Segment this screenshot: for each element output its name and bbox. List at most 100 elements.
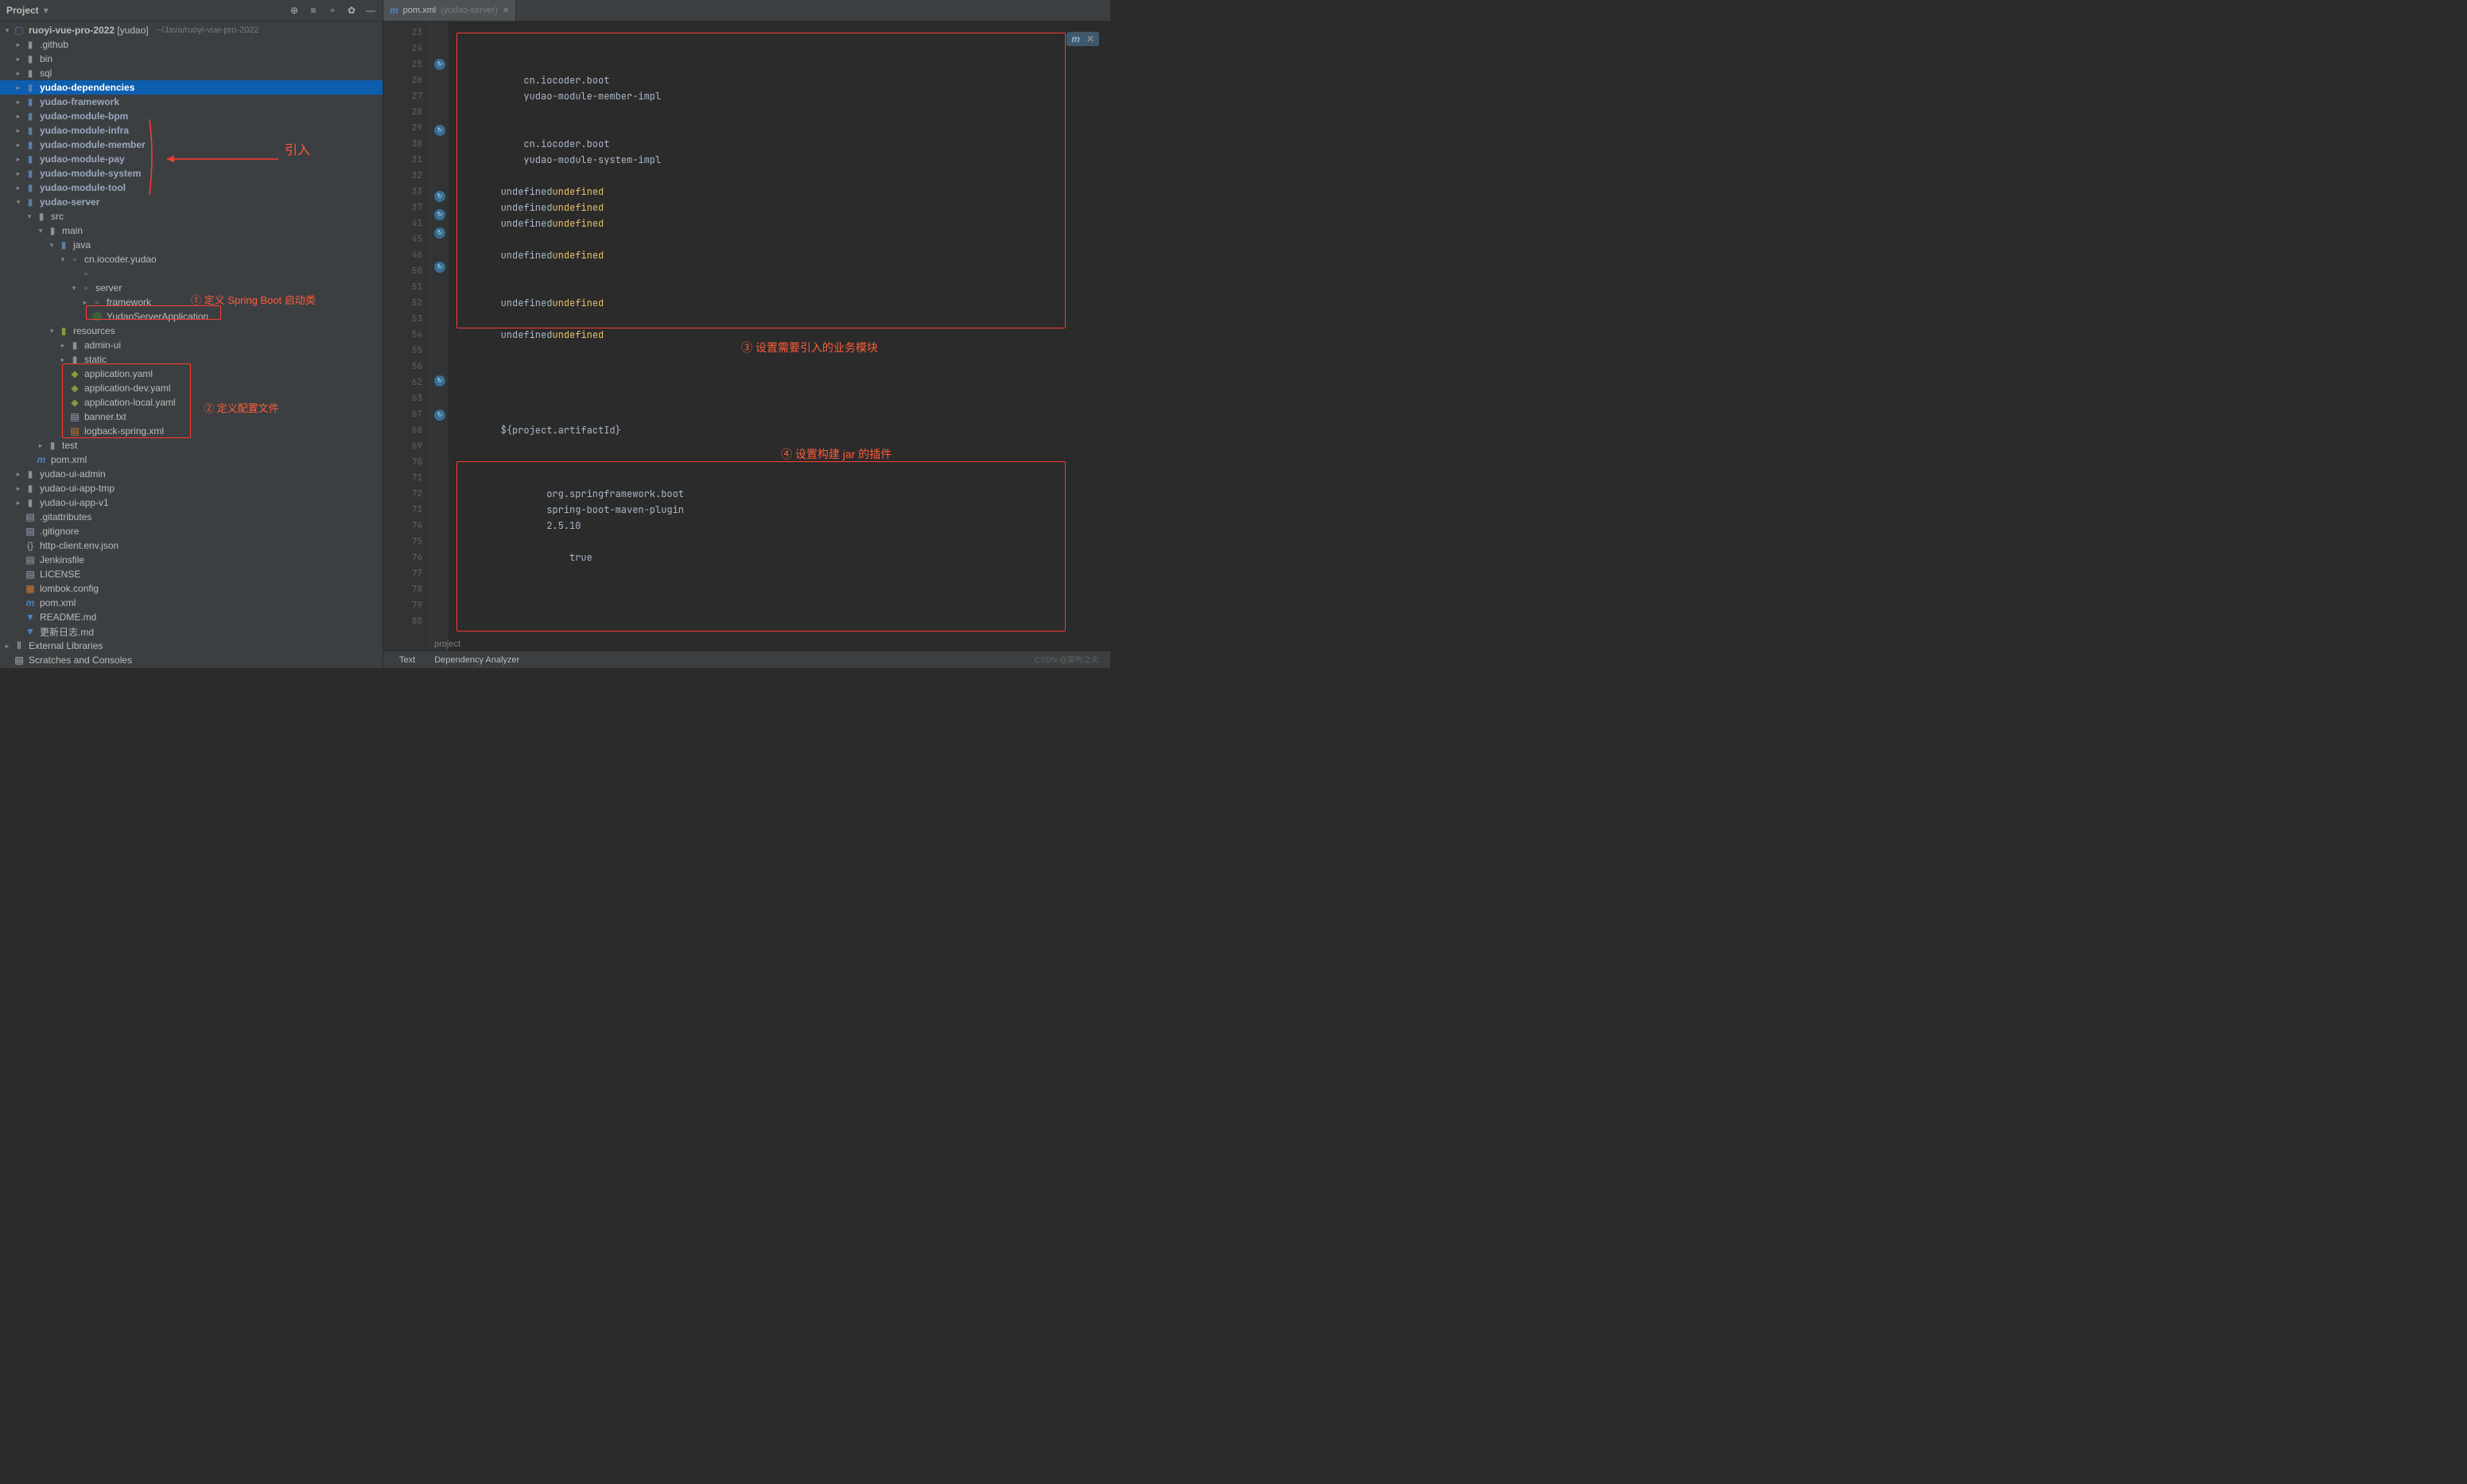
tree-item-server[interactable]: ▫server (0, 281, 383, 295)
chevron-icon[interactable] (14, 55, 22, 64)
chevron-icon[interactable] (59, 255, 67, 264)
tree-item-.gitattributes[interactable]: ▤.gitattributes (0, 510, 383, 524)
tree-item-.gitignore[interactable]: ▤.gitignore (0, 524, 383, 538)
tree-item-更新日志.md[interactable]: ▼更新日志.md (0, 624, 383, 639)
tree-item-resources[interactable]: ▮resources (0, 324, 383, 338)
settings-icon[interactable]: ✿ (346, 5, 357, 16)
tree-item-YudaoServerApplication[interactable]: YudaoServerApplication (0, 309, 383, 324)
tree-item-main[interactable]: ▮main (0, 223, 383, 238)
tree-item-yudao-module-tool[interactable]: ▮yudao-module-tool (0, 181, 383, 195)
chevron-icon[interactable] (14, 499, 22, 507)
tree-item-application-local.yaml[interactable]: ◆application-local.yaml (0, 395, 383, 410)
chevron-icon[interactable] (81, 298, 89, 307)
chevron-icon[interactable] (14, 470, 22, 479)
tree-item-cn.iocoder.yudao[interactable]: ▫cn.iocoder.yudao (0, 252, 383, 266)
gutter-mark-icon[interactable]: ↻ (434, 125, 445, 136)
sidebar-header: Project ▾ ⊕ ≡ ÷ ✿ — (0, 0, 383, 21)
chevron-icon[interactable] (70, 284, 78, 293)
gutter-mark-icon[interactable]: ↻ (434, 410, 445, 421)
chevron-icon[interactable] (48, 241, 56, 250)
target-icon[interactable]: ⊕ (289, 5, 300, 16)
tree-item-.github[interactable]: ▮.github (0, 37, 383, 52)
maven-reload-icon: m (1071, 33, 1080, 45)
gutter-mark-icon[interactable]: ↻ (434, 59, 445, 70)
tree-item-README.md[interactable]: ▼README.md (0, 610, 383, 624)
editor-tab-pom[interactable]: m pom.xml (yudao-server) ✕ (383, 0, 516, 21)
tree-item-admin-ui[interactable]: ▮admin-ui (0, 338, 383, 352)
tree-item-pom.xml[interactable]: mpom.xml (0, 596, 383, 610)
chevron-icon[interactable] (25, 212, 33, 221)
tree-item-yudao-module-member[interactable]: ▮yudao-module-member (0, 138, 383, 152)
chevron-icon[interactable] (37, 441, 45, 450)
chevron-icon[interactable] (14, 141, 22, 150)
project-path: ~/Java/ruoyi-vue-pro-2022 (157, 25, 259, 35)
chevron-icon[interactable] (48, 327, 56, 336)
project-root[interactable]: ▢ ruoyi-vue-pro-2022 [yudao] ~/Java/ruoy… (0, 23, 383, 37)
code-view[interactable]: cn.iocoder.boot yudao-module-member-impl… (449, 21, 1110, 651)
tree-item-yudao-server[interactable]: ▮yudao-server (0, 195, 383, 209)
project-title[interactable]: Project (6, 5, 39, 16)
chevron-icon[interactable] (14, 41, 22, 49)
gutter-mark-icon[interactable]: ↻ (434, 191, 445, 202)
chevron-icon[interactable] (14, 198, 22, 207)
tree-item-static[interactable]: ▮static (0, 352, 383, 367)
tree-item-java[interactable]: ▮java (0, 238, 383, 252)
tab-dep-analyzer[interactable]: Dependency Analyzer (434, 655, 519, 665)
tree-item-pom.xml[interactable]: mpom.xml (0, 453, 383, 467)
divide-icon[interactable]: ÷ (327, 5, 338, 16)
chevron-icon[interactable] (14, 184, 22, 192)
chevron-icon[interactable] (14, 69, 22, 78)
tab-text[interactable]: Text (399, 655, 415, 665)
tree-item-empty[interactable]: ▫ (0, 266, 383, 281)
gutter-mark-icon[interactable]: ↻ (434, 262, 445, 273)
tree-item-yudao-module-pay[interactable]: ▮yudao-module-pay (0, 152, 383, 166)
scratches[interactable]: ▤ Scratches and Consoles (0, 653, 383, 667)
tree-item-Jenkinsfile[interactable]: ▤Jenkinsfile (0, 553, 383, 567)
tree-item-lombok.config[interactable]: ▦lombok.config (0, 581, 383, 596)
gutter-mark-icon[interactable]: ↻ (434, 227, 445, 239)
tree-item-yudao-module-system[interactable]: ▮yudao-module-system (0, 166, 383, 181)
chevron-icon[interactable] (37, 227, 45, 235)
tree-item-bin[interactable]: ▮bin (0, 52, 383, 66)
tree-item-application.yaml[interactable]: ◆application.yaml (0, 367, 383, 381)
tree-item-LICENSE[interactable]: ▤LICENSE (0, 567, 383, 581)
project-tree[interactable]: ▢ ruoyi-vue-pro-2022 [yudao] ~/Java/ruoy… (0, 21, 383, 668)
gutter-mark-icon[interactable]: ↻ (434, 375, 445, 387)
tree-item-yudao-ui-admin[interactable]: ▮yudao-ui-admin (0, 467, 383, 481)
minimize-icon[interactable]: — (365, 5, 376, 16)
tree-item-sql[interactable]: ▮sql (0, 66, 383, 80)
tree-item-yudao-module-bpm[interactable]: ▮yudao-module-bpm (0, 109, 383, 123)
chevron-icon[interactable] (14, 484, 22, 493)
expand-icon[interactable]: ≡ (308, 5, 319, 16)
tree-item-yudao-module-infra[interactable]: ▮yudao-module-infra (0, 123, 383, 138)
tree-item-test[interactable]: ▮test (0, 438, 383, 453)
tab-close-icon[interactable]: ✕ (503, 6, 509, 15)
editor-body[interactable]: 2324252627282930313233374145465051525354… (383, 21, 1110, 651)
tree-item-application-dev.yaml[interactable]: ◆application-dev.yaml (0, 381, 383, 395)
chevron-icon[interactable] (59, 355, 67, 364)
dropdown-icon[interactable]: ▾ (44, 5, 49, 16)
tree-item-http-client.env.json[interactable]: {}http-client.env.json (0, 538, 383, 553)
chevron-icon[interactable] (14, 112, 22, 121)
lib-icon: ⫴ (13, 640, 25, 651)
maven-reload-button[interactable]: m ✕ (1066, 32, 1099, 46)
tree-item-yudao-ui-app-v1[interactable]: ▮yudao-ui-app-v1 (0, 495, 383, 510)
tree-item-src[interactable]: ▮src (0, 209, 383, 223)
close-icon[interactable]: ✕ (1086, 33, 1094, 45)
breadcrumb[interactable]: project (434, 639, 460, 649)
editor-bottom-tabs: Text Dependency Analyzer (383, 651, 1110, 668)
chevron-icon[interactable] (14, 126, 22, 135)
tree-item-banner.txt[interactable]: ▤banner.txt (0, 410, 383, 424)
tree-item-yudao-framework[interactable]: ▮yudao-framework (0, 95, 383, 109)
tree-item-yudao-dependencies[interactable]: ▮yudao-dependencies (0, 80, 383, 95)
chevron-icon[interactable] (14, 84, 22, 92)
chevron-icon[interactable] (59, 341, 67, 350)
chevron-icon[interactable] (14, 169, 22, 178)
tree-item-yudao-ui-app-tmp[interactable]: ▮yudao-ui-app-tmp (0, 481, 383, 495)
gutter-mark-icon[interactable]: ↻ (434, 209, 445, 220)
external-libraries[interactable]: ⫴ External Libraries (0, 639, 383, 653)
tree-item-framework[interactable]: ▫framework (0, 295, 383, 309)
chevron-icon[interactable] (14, 155, 22, 164)
tree-item-logback-spring.xml[interactable]: ▤logback-spring.xml (0, 424, 383, 438)
chevron-icon[interactable] (14, 98, 22, 107)
